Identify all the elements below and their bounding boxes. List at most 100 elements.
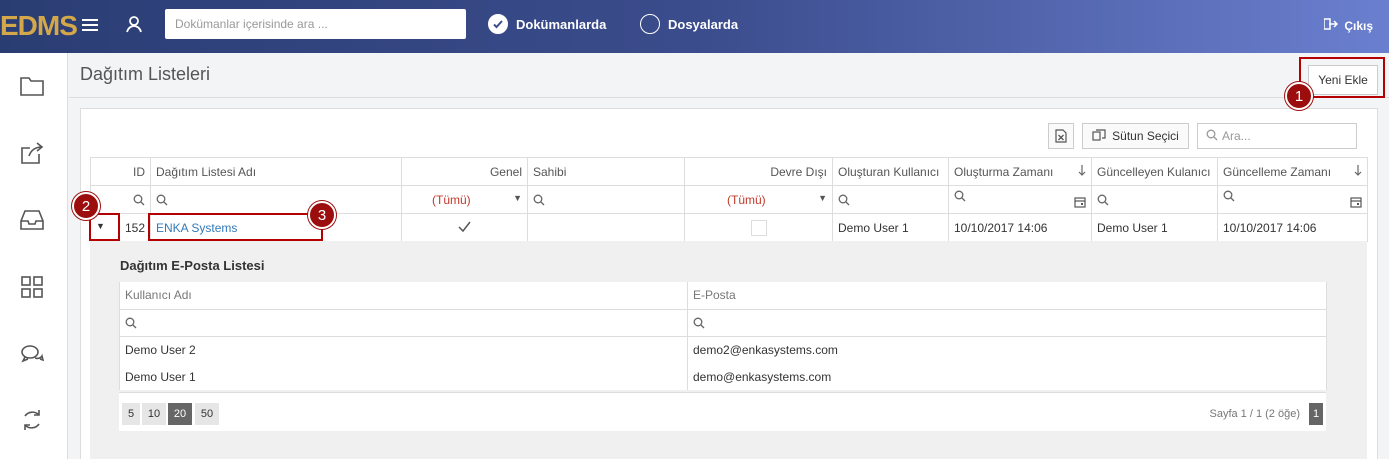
page-title: Dağıtım Listeleri xyxy=(80,64,211,84)
columns-icon xyxy=(1092,128,1106,144)
row-email: demo2@enkasystems.com xyxy=(687,336,1327,363)
checkmark-icon xyxy=(458,221,471,235)
logout-icon xyxy=(1323,18,1339,33)
folder-icon[interactable] xyxy=(19,73,45,99)
radio-files[interactable]: Dosyalarda xyxy=(640,14,738,34)
row-name-link[interactable]: ENKA Systems xyxy=(156,221,237,235)
grid-icon[interactable] xyxy=(19,274,45,300)
page-size-50[interactable]: 50 xyxy=(195,403,219,425)
column-header-created-at[interactable]: Oluşturma Zamanı xyxy=(948,157,1092,186)
checkmark-icon xyxy=(488,14,508,34)
dropdown-caret-icon: ▼ xyxy=(818,192,827,203)
table-row[interactable]: Demo User 1 demo@enkasystems.com xyxy=(119,363,1327,390)
filter-disabled-value: (Tümü) xyxy=(727,192,766,207)
top-bar: EDMS Dokümanlarda Dosyalarda Çıkış xyxy=(0,0,1389,53)
app-logo: EDMS xyxy=(0,10,78,41)
filter-general[interactable]: (Tümü) ▼ xyxy=(401,185,528,214)
column-header-id[interactable]: ID xyxy=(90,157,151,186)
search-icon xyxy=(1206,129,1218,144)
page-info: Sayfa 1 / 1 (2 öğe) xyxy=(1209,408,1301,420)
column-header-name[interactable]: Dağıtım Listesi Adı xyxy=(150,157,402,186)
calendar-icon[interactable] xyxy=(1350,196,1362,211)
filter-owner[interactable] xyxy=(527,185,685,214)
excel-export-icon[interactable] xyxy=(1048,123,1074,149)
page-size-10[interactable]: 10 xyxy=(142,403,166,425)
email-list-table: Kullanıcı Adı E-Posta Demo User 2 demo2@… xyxy=(119,282,1327,390)
search-icon xyxy=(156,193,168,207)
hamburger-menu-icon[interactable] xyxy=(82,16,98,32)
page-size-5[interactable]: 5 xyxy=(122,403,140,425)
column-header-updated-by[interactable]: Güncelleyen Kulanıcı xyxy=(1091,157,1218,186)
calendar-icon[interactable] xyxy=(1074,196,1086,211)
page-size-20[interactable]: 20 xyxy=(168,403,192,425)
column-header-general[interactable]: Genel xyxy=(401,157,528,186)
sub-filter-row xyxy=(119,309,1327,337)
row-created-by: Demo User 1 xyxy=(832,213,949,242)
new-button[interactable]: Yeni Ekle xyxy=(1308,65,1378,95)
pager: 5 10 20 50 Sayfa 1 / 1 (2 öğe) 1 xyxy=(119,392,1326,431)
search-icon xyxy=(1223,189,1235,203)
filter-updated-at[interactable] xyxy=(1217,185,1368,214)
chat-icon[interactable] xyxy=(19,341,45,367)
logout-button[interactable]: Çıkış xyxy=(1323,18,1373,33)
sort-down-icon xyxy=(1078,164,1086,179)
search-icon xyxy=(954,189,966,203)
row-name-cell: ENKA Systems xyxy=(150,213,402,242)
search-icon xyxy=(838,193,850,207)
document-search-input[interactable] xyxy=(165,9,466,39)
filter-created-at[interactable] xyxy=(948,185,1092,214)
filter-row: (Tümü) ▼ (Tümü) ▼ xyxy=(90,185,1368,214)
row-username: Demo User 1 xyxy=(119,363,688,390)
row-updated-at: 10/10/2017 14:06 xyxy=(1217,213,1368,242)
search-icon xyxy=(133,193,145,207)
detail-title: Dağıtım E-Posta Listesi xyxy=(120,258,265,273)
filter-updated-by[interactable] xyxy=(1091,185,1218,214)
logout-label: Çıkış xyxy=(1344,18,1373,33)
filter-created-by[interactable] xyxy=(832,185,949,214)
column-header-disabled[interactable]: Devre Dışı xyxy=(684,157,833,186)
inbox-icon[interactable] xyxy=(19,207,45,233)
column-header-updated-at[interactable]: Güncelleme Zamanı xyxy=(1217,157,1368,186)
sidebar xyxy=(0,53,68,459)
table-row[interactable]: Demo User 2 demo2@enkasystems.com xyxy=(119,336,1327,363)
column-chooser-label: Sütun Seçici xyxy=(1112,129,1179,143)
column-header-created-by[interactable]: Oluşturan Kullanıcı xyxy=(832,157,949,186)
page-number-1[interactable]: 1 xyxy=(1309,403,1323,425)
row-disabled-checkbox xyxy=(684,213,833,242)
row-email: demo@enkasystems.com xyxy=(687,363,1327,390)
row-username: Demo User 2 xyxy=(119,336,688,363)
column-header-email[interactable]: E-Posta xyxy=(687,282,1327,310)
filter-general-value: (Tümü) xyxy=(432,192,471,207)
search-icon xyxy=(125,316,137,330)
distribution-list-table: ID Dağıtım Listesi Adı Genel Sahibi Devr… xyxy=(90,157,1368,242)
empty-checkbox-icon xyxy=(750,219,767,236)
sub-header-row: Kullanıcı Adı E-Posta xyxy=(119,282,1327,310)
step-badge-1: 1 xyxy=(1285,82,1313,110)
column-chooser-button[interactable]: Sütun Seçici xyxy=(1082,123,1189,149)
row-id: 152 xyxy=(124,220,145,235)
grid-search-input[interactable] xyxy=(1197,123,1357,149)
sync-icon[interactable] xyxy=(19,407,45,433)
radio-documents[interactable]: Dokümanlarda xyxy=(488,14,606,34)
filter-username[interactable] xyxy=(119,309,688,337)
user-icon[interactable] xyxy=(125,15,143,33)
row-general-checkbox xyxy=(401,213,528,242)
filter-name[interactable] xyxy=(150,185,402,214)
column-header-username[interactable]: Kullanıcı Adı xyxy=(119,282,688,310)
row-updated-by: Demo User 1 xyxy=(1091,213,1218,242)
search-icon xyxy=(533,193,545,207)
radio-files-label: Dosyalarda xyxy=(668,16,739,32)
column-header-updated-at-label: Güncelleme Zamanı xyxy=(1223,164,1332,179)
expand-caret-icon[interactable]: ▼ xyxy=(96,221,105,231)
column-header-owner[interactable]: Sahibi xyxy=(527,157,685,186)
share-icon[interactable] xyxy=(19,140,45,166)
row-id-cell: ▼ 152 xyxy=(90,213,151,242)
row-created-at: 10/10/2017 14:06 xyxy=(948,213,1092,242)
filter-disabled[interactable]: (Tümü) ▼ xyxy=(684,185,833,214)
sort-down-icon xyxy=(1354,164,1362,179)
table-row[interactable]: ▼ 152 ENKA Systems Demo User 1 10/10/201… xyxy=(90,213,1368,242)
row-owner-cell xyxy=(527,213,685,242)
search-icon xyxy=(1097,193,1109,207)
filter-email[interactable] xyxy=(687,309,1327,337)
dropdown-caret-icon: ▼ xyxy=(513,192,522,203)
